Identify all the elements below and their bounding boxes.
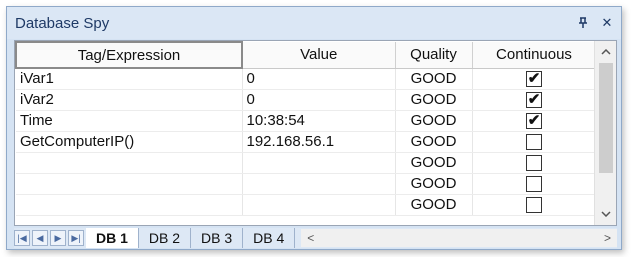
- pin-icon[interactable]: [573, 13, 593, 33]
- continuous-checkbox[interactable]: [526, 176, 542, 193]
- tag-cell[interactable]: GetComputerIP(): [16, 131, 243, 153]
- scroll-thumb[interactable]: [599, 63, 613, 173]
- tab-bar: |◀ ◀ ▶ ▶| DB 1 DB 2 DB 3 DB 4 < >: [14, 228, 617, 248]
- column-header-continuous[interactable]: Continuous: [472, 42, 597, 69]
- quality-cell: GOOD: [395, 68, 473, 90]
- continuous-cell: [472, 152, 597, 174]
- tag-cell[interactable]: [16, 194, 243, 216]
- continuous-cell: [472, 194, 597, 216]
- prev-tab-icon[interactable]: ◀: [32, 230, 48, 246]
- first-tab-icon[interactable]: |◀: [14, 230, 30, 246]
- scroll-right-icon[interactable]: >: [604, 231, 611, 245]
- continuous-checkbox[interactable]: [526, 155, 542, 172]
- column-header-tag[interactable]: Tag/Expression: [15, 41, 243, 69]
- continuous-checkbox[interactable]: [526, 197, 542, 214]
- spy-table: Tag/Expression Value Quality Continuous …: [15, 41, 597, 216]
- value-cell: 0: [242, 68, 396, 90]
- continuous-checkbox[interactable]: ✔: [526, 71, 542, 88]
- tag-cell[interactable]: [16, 152, 243, 174]
- column-header-quality[interactable]: Quality: [395, 42, 473, 69]
- quality-cell: GOOD: [395, 110, 473, 132]
- close-icon[interactable]: ✕: [597, 13, 617, 33]
- value-cell: 192.168.56.1: [242, 131, 396, 153]
- quality-cell: GOOD: [395, 131, 473, 153]
- continuous-checkbox[interactable]: ✔: [526, 113, 542, 130]
- next-tab-icon[interactable]: ▶: [50, 230, 66, 246]
- continuous-cell: ✔: [472, 110, 597, 132]
- database-spy-panel: Database Spy ✕ Tag/Expression Value Qual…: [6, 6, 622, 250]
- continuous-cell: ✔: [472, 89, 597, 111]
- table-row[interactable]: GetComputerIP() 192.168.56.1 GOOD: [16, 131, 597, 153]
- value-cell: 10:38:54: [242, 110, 396, 132]
- value-cell: [242, 194, 396, 216]
- value-cell: [242, 152, 396, 174]
- table-row[interactable]: GOOD: [16, 152, 597, 174]
- horizontal-scrollbar[interactable]: < >: [301, 229, 617, 247]
- table-row[interactable]: GOOD: [16, 173, 597, 195]
- scroll-left-icon[interactable]: <: [307, 231, 314, 245]
- quality-cell: GOOD: [395, 89, 473, 111]
- table-row[interactable]: GOOD: [16, 194, 597, 216]
- vertical-scrollbar[interactable]: [594, 41, 616, 225]
- continuous-checkbox[interactable]: ✔: [526, 92, 542, 109]
- continuous-cell: ✔: [472, 68, 597, 90]
- tag-cell[interactable]: Time: [16, 110, 243, 132]
- quality-cell: GOOD: [395, 173, 473, 195]
- continuous-checkbox[interactable]: [526, 134, 542, 151]
- column-header-value[interactable]: Value: [242, 42, 396, 69]
- tag-cell[interactable]: iVar1: [16, 68, 243, 90]
- continuous-cell: [472, 173, 597, 195]
- tag-cell[interactable]: iVar2: [16, 89, 243, 111]
- tab-db-3[interactable]: DB 3: [191, 228, 244, 248]
- quality-cell: GOOD: [395, 152, 473, 174]
- tab-db-2[interactable]: DB 2: [139, 228, 192, 248]
- value-cell: [242, 173, 396, 195]
- spy-grid: Tag/Expression Value Quality Continuous …: [14, 40, 617, 226]
- tab-db-1[interactable]: DB 1: [86, 228, 139, 248]
- table-row[interactable]: iVar2 0 GOOD ✔: [16, 89, 597, 111]
- value-cell: 0: [242, 89, 396, 111]
- last-tab-icon[interactable]: ▶|: [68, 230, 84, 246]
- tab-db-4[interactable]: DB 4: [243, 228, 296, 248]
- scroll-up-icon[interactable]: [595, 41, 616, 63]
- scroll-down-icon[interactable]: [595, 203, 616, 225]
- panel-titlebar: Database Spy ✕: [7, 7, 621, 39]
- table-row[interactable]: Time 10:38:54 GOOD ✔: [16, 110, 597, 132]
- header-row: Tag/Expression Value Quality Continuous: [15, 41, 597, 69]
- table-row[interactable]: iVar1 0 GOOD ✔: [16, 68, 597, 90]
- continuous-cell: [472, 131, 597, 153]
- quality-cell: GOOD: [395, 194, 473, 216]
- panel-title: Database Spy: [15, 14, 110, 32]
- tag-cell[interactable]: [16, 173, 243, 195]
